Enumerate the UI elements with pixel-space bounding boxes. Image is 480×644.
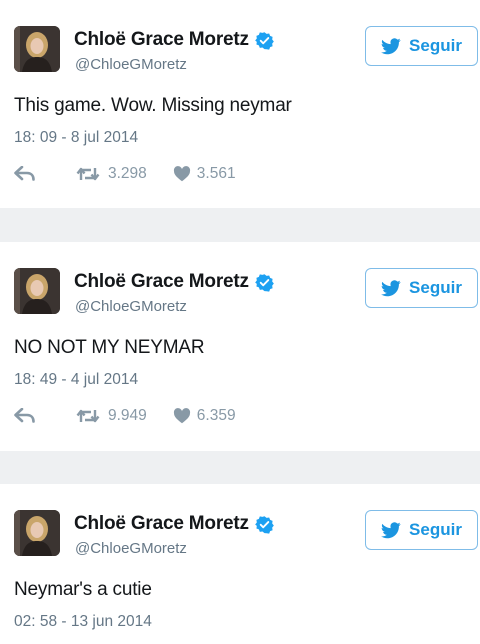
like-button[interactable]: 6.359 [173, 407, 236, 425]
author-handle[interactable]: @ChloeGMoretz [75, 56, 187, 73]
like-button[interactable]: 3.561 [173, 165, 236, 183]
verified-badge-icon [255, 273, 274, 292]
retweet-icon [76, 409, 100, 423]
reply-icon[interactable] [14, 166, 38, 182]
retweet-count: 9.949 [108, 407, 147, 424]
retweet-icon [76, 167, 100, 181]
twitter-bird-icon [381, 521, 401, 539]
tweet-text: Neymar's a cutie [14, 579, 152, 600]
tweet-timestamp[interactable]: 18: 09 - 8 jul 2014 [14, 129, 138, 147]
tweet-card: Chloë Grace Moretz @ChloeGMoretz Seguir … [0, 242, 480, 451]
author-handle[interactable]: @ChloeGMoretz [75, 540, 187, 557]
tweet-actions: 3.298 3.561 [14, 165, 236, 183]
tweet-timestamp[interactable]: 02: 58 - 13 jun 2014 [14, 613, 152, 631]
author-name-row: Chloë Grace Moretz [74, 513, 274, 535]
author-name[interactable]: Chloë Grace Moretz [74, 513, 249, 535]
retweet-button[interactable]: 9.949 [76, 407, 147, 425]
tweet-text: This game. Wow. Missing neymar [14, 95, 292, 116]
like-count: 3.561 [196, 165, 236, 182]
twitter-bird-icon [381, 279, 401, 297]
reply-icon[interactable] [14, 408, 38, 424]
follow-button[interactable]: Seguir [365, 26, 478, 66]
tweet-feed: Chloë Grace Moretz @ChloeGMoretz Seguir … [0, 0, 480, 644]
retweet-button[interactable]: 3.298 [76, 165, 147, 183]
avatar[interactable] [14, 26, 60, 72]
heart-icon [173, 166, 190, 182]
like-count: 6.359 [196, 407, 236, 424]
author-name-row: Chloë Grace Moretz [74, 29, 274, 51]
follow-button-label: Seguir [409, 520, 462, 539]
tweet-card: Chloë Grace Moretz @ChloeGMoretz Seguir … [0, 0, 480, 208]
follow-button-label: Seguir [409, 36, 462, 55]
heart-icon [173, 408, 190, 424]
follow-button-label: Seguir [409, 278, 462, 297]
tweet-text: NO NOT MY NEYMAR [14, 337, 205, 358]
follow-button[interactable]: Seguir [365, 268, 478, 308]
retweet-count: 3.298 [108, 165, 147, 182]
tweet-timestamp[interactable]: 18: 49 - 4 jul 2014 [14, 371, 138, 389]
tweet-actions: 9.949 6.359 [14, 407, 236, 425]
follow-button[interactable]: Seguir [365, 510, 478, 550]
author-name[interactable]: Chloë Grace Moretz [74, 29, 249, 51]
author-handle[interactable]: @ChloeGMoretz [75, 298, 187, 315]
twitter-bird-icon [381, 37, 401, 55]
author-name-row: Chloë Grace Moretz [74, 271, 274, 293]
author-name[interactable]: Chloë Grace Moretz [74, 271, 249, 293]
verified-badge-icon [255, 31, 274, 50]
avatar[interactable] [14, 510, 60, 556]
avatar[interactable] [14, 268, 60, 314]
verified-badge-icon [255, 515, 274, 534]
tweet-card: Chloë Grace Moretz @ChloeGMoretz Seguir … [0, 484, 480, 644]
